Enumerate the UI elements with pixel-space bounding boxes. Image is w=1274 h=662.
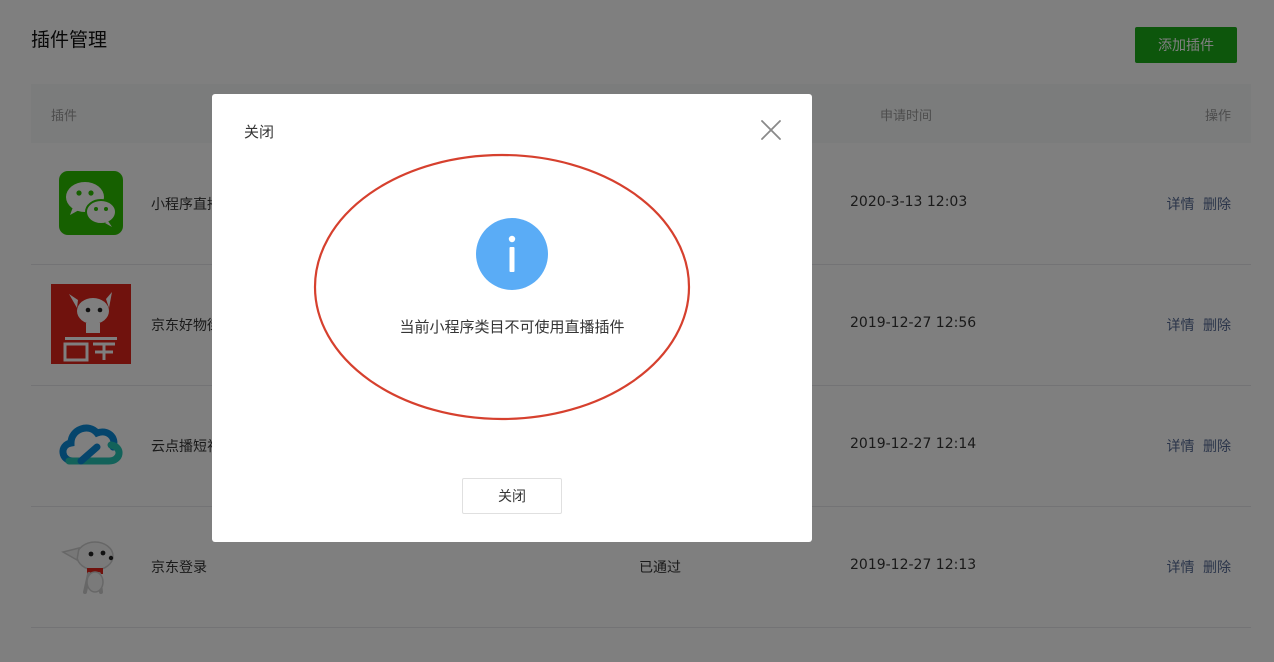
close-button[interactable]: 关闭	[462, 478, 562, 514]
info-icon	[476, 218, 548, 290]
dialog-message: 当前小程序类目不可使用直播插件	[399, 318, 625, 336]
alert-dialog: 关闭 当前小程序类目不可使用直播插件 关闭	[212, 94, 812, 542]
dialog-title: 关闭	[244, 123, 275, 141]
close-icon[interactable]	[759, 118, 783, 142]
